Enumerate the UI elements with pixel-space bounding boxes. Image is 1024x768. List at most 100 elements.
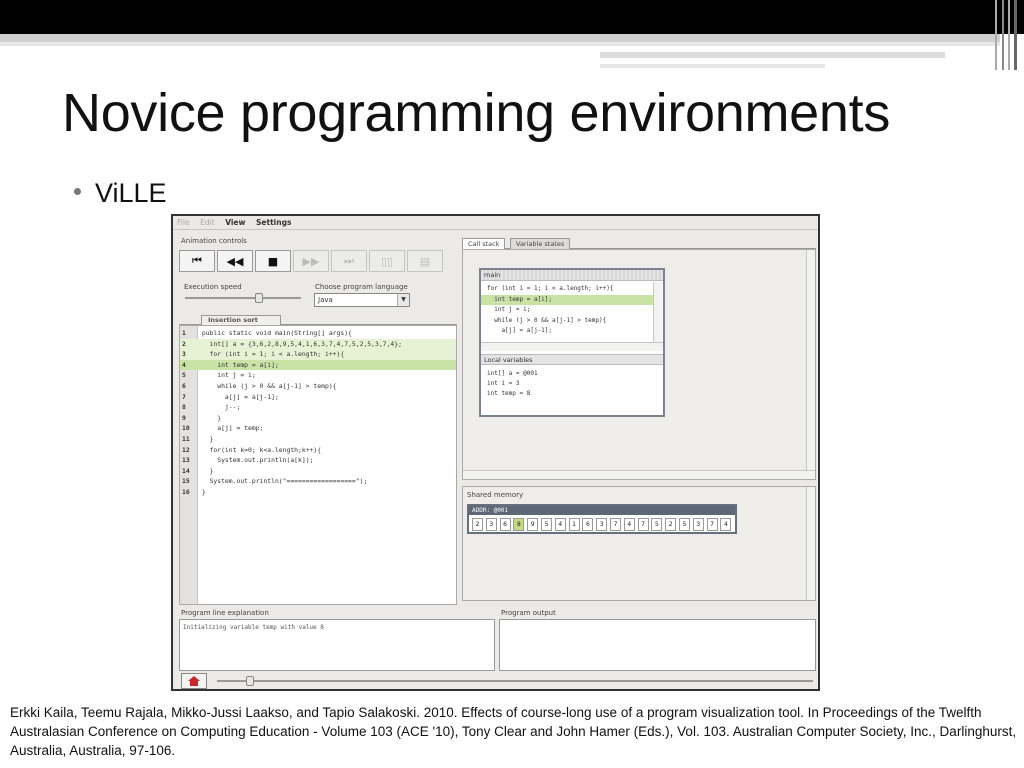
code-line[interactable]: 5 int j = i; bbox=[180, 370, 456, 381]
code-line[interactable]: 9 } bbox=[180, 413, 456, 424]
frame-title: main bbox=[481, 270, 663, 281]
code-text: a[j] = a[j-1]; bbox=[198, 392, 279, 401]
local-variables-label: Local variables bbox=[481, 354, 663, 365]
slide-stripe bbox=[600, 52, 945, 58]
split-view-button[interactable]: ▯▯ bbox=[369, 250, 405, 272]
code-editor[interactable]: 1 public static void main(String[] args)… bbox=[179, 325, 457, 605]
menu-view[interactable]: View bbox=[221, 216, 249, 227]
home-button[interactable] bbox=[181, 673, 207, 689]
code-line[interactable]: 13 System.out.println(a[k]); bbox=[180, 455, 456, 466]
code-line[interactable]: 1 public static void main(String[] args)… bbox=[180, 328, 456, 339]
ville-app-window: File Edit View Settings Animation contro… bbox=[171, 214, 820, 691]
timeline-knob[interactable] bbox=[246, 676, 255, 686]
code-line[interactable]: 14 } bbox=[180, 466, 456, 477]
stop-button[interactable]: ■ bbox=[255, 250, 291, 272]
memory-array: ADDR: @001 2368954163747525374 bbox=[467, 504, 737, 534]
frame-code-line: for (int i = 1; i < a.length; i++){ bbox=[487, 285, 614, 292]
memory-cell: 1 bbox=[568, 518, 580, 531]
line-number: 2 bbox=[182, 339, 186, 348]
code-line[interactable]: 15 System.out.println("=================… bbox=[180, 476, 456, 487]
code-line[interactable]: 6 while (j > 0 && a[j-1] > temp){ bbox=[180, 381, 456, 392]
line-number: 4 bbox=[182, 360, 186, 369]
frame-code-scrollbar[interactable] bbox=[653, 282, 662, 342]
memory-cell: 3 bbox=[596, 518, 608, 531]
frame-code-line: while (j > 0 && a[j-1] > temp){ bbox=[487, 316, 607, 324]
menu-edit[interactable]: Edit bbox=[196, 216, 219, 227]
explanation-text: Initializing variable temp with value 8 bbox=[179, 619, 495, 671]
code-line[interactable]: 10 a[j] = temp; bbox=[180, 423, 456, 434]
frame-code-line: int j = i; bbox=[487, 306, 531, 313]
code-line[interactable]: 12 for(int k=0; k<a.length;k++){ bbox=[180, 445, 456, 456]
document-button[interactable]: ▤ bbox=[407, 250, 443, 272]
execution-speed-knob[interactable] bbox=[255, 293, 264, 303]
memory-cell: 7 bbox=[610, 518, 621, 531]
timeline-slider[interactable] bbox=[217, 676, 813, 686]
slide-stripe bbox=[0, 34, 1000, 42]
call-stack-vscrollbar[interactable] bbox=[806, 250, 815, 470]
skip-to-start-icon: ⏮ bbox=[192, 254, 202, 267]
memory-cell: 5 bbox=[679, 518, 690, 531]
memory-cell: 9 bbox=[527, 518, 539, 531]
code-line[interactable]: 4 int temp = a[i]; bbox=[180, 359, 456, 371]
local-variable: int temp = 8 bbox=[487, 390, 531, 397]
call-stack-hscrollbar[interactable] bbox=[463, 470, 815, 479]
local-variable: int[] a = @001 bbox=[487, 370, 538, 377]
menu-settings[interactable]: Settings bbox=[252, 216, 295, 227]
right-tab-bar: Call stack Variable states bbox=[462, 238, 816, 249]
shared-memory-vscrollbar[interactable] bbox=[806, 487, 815, 600]
memory-cell: 8 bbox=[513, 518, 525, 531]
line-number: 10 bbox=[182, 424, 190, 433]
animation-controls-label: Animation controls bbox=[181, 237, 247, 245]
code-line[interactable]: 11 } bbox=[180, 434, 456, 445]
code-text: a[j] = temp; bbox=[198, 424, 264, 433]
execution-speed-label: Execution speed bbox=[184, 283, 242, 291]
line-number: 5 bbox=[182, 371, 186, 380]
bullet-item: ViLLE bbox=[74, 178, 167, 209]
language-label: Choose program language bbox=[315, 283, 408, 291]
memory-cell: 7 bbox=[706, 518, 718, 531]
code-text: System.out.println(a[k]); bbox=[198, 456, 314, 465]
memory-cell: 6 bbox=[499, 518, 511, 531]
memory-cell: 4 bbox=[554, 518, 566, 531]
tab-variable-states[interactable]: Variable states bbox=[510, 238, 571, 249]
menu-file[interactable]: File bbox=[173, 216, 194, 227]
language-select[interactable]: Java ▼ bbox=[314, 293, 410, 307]
document-icon: ▤ bbox=[419, 254, 431, 268]
program-line-explanation: Program line explanation Initializing va… bbox=[179, 609, 495, 671]
chevron-down-icon[interactable]: ▼ bbox=[397, 294, 409, 306]
step-forward-icon: ▶▶ bbox=[302, 254, 320, 268]
slide-top-bar bbox=[0, 0, 1024, 34]
memory-cell: 3 bbox=[692, 518, 704, 531]
code-line[interactable]: 7 a[j] = a[j-1]; bbox=[180, 392, 456, 403]
tab-call-stack[interactable]: Call stack bbox=[462, 238, 506, 249]
memory-cell: 4 bbox=[720, 518, 732, 531]
line-number: 15 bbox=[182, 477, 190, 486]
code-text: System.out.println("==================")… bbox=[198, 477, 368, 486]
execution-speed-slider[interactable] bbox=[185, 293, 301, 303]
code-line[interactable]: 16 } bbox=[180, 487, 456, 498]
skip-to-end-icon: ⏭ bbox=[344, 254, 354, 267]
skip-to-end-button[interactable]: ⏭ bbox=[331, 250, 367, 272]
code-text: } bbox=[198, 435, 214, 443]
line-number: 1 bbox=[182, 329, 186, 337]
shared-memory-label: Shared memory bbox=[467, 491, 524, 499]
step-back-button[interactable]: ◀◀ bbox=[217, 250, 253, 272]
skip-to-start-button[interactable]: ⏮ bbox=[179, 250, 215, 272]
code-text: j--; bbox=[198, 403, 241, 412]
code-text: } bbox=[198, 488, 206, 496]
slide-title: Novice programming environments bbox=[62, 83, 891, 143]
editor-tab[interactable]: Insertion sort bbox=[201, 315, 281, 325]
code-text: public static void main(String[] args){ bbox=[198, 329, 352, 337]
stack-frame: main Local variables for (int i = 1; i <… bbox=[479, 268, 665, 417]
frame-code-hscrollbar[interactable] bbox=[481, 342, 663, 351]
code-line[interactable]: 8 j--; bbox=[180, 402, 456, 413]
memory-cell: 2 bbox=[665, 518, 677, 531]
editor-tab-bar: Insertion sort bbox=[179, 315, 457, 325]
memory-cell: 7 bbox=[637, 518, 649, 531]
line-number: 3 bbox=[182, 350, 186, 359]
shared-memory-panel: Shared memory ADDR: @001 236895416374752… bbox=[462, 486, 816, 601]
step-forward-button[interactable]: ▶▶ bbox=[293, 250, 329, 272]
step-back-icon: ◀◀ bbox=[226, 254, 244, 268]
code-line[interactable]: 2 int[] a = {3,6,2,8,9,5,4,1,6,3,7,4,7,5… bbox=[180, 338, 456, 350]
code-line[interactable]: 3 for (int i = 1; i < a.length; i++){ bbox=[180, 349, 456, 360]
